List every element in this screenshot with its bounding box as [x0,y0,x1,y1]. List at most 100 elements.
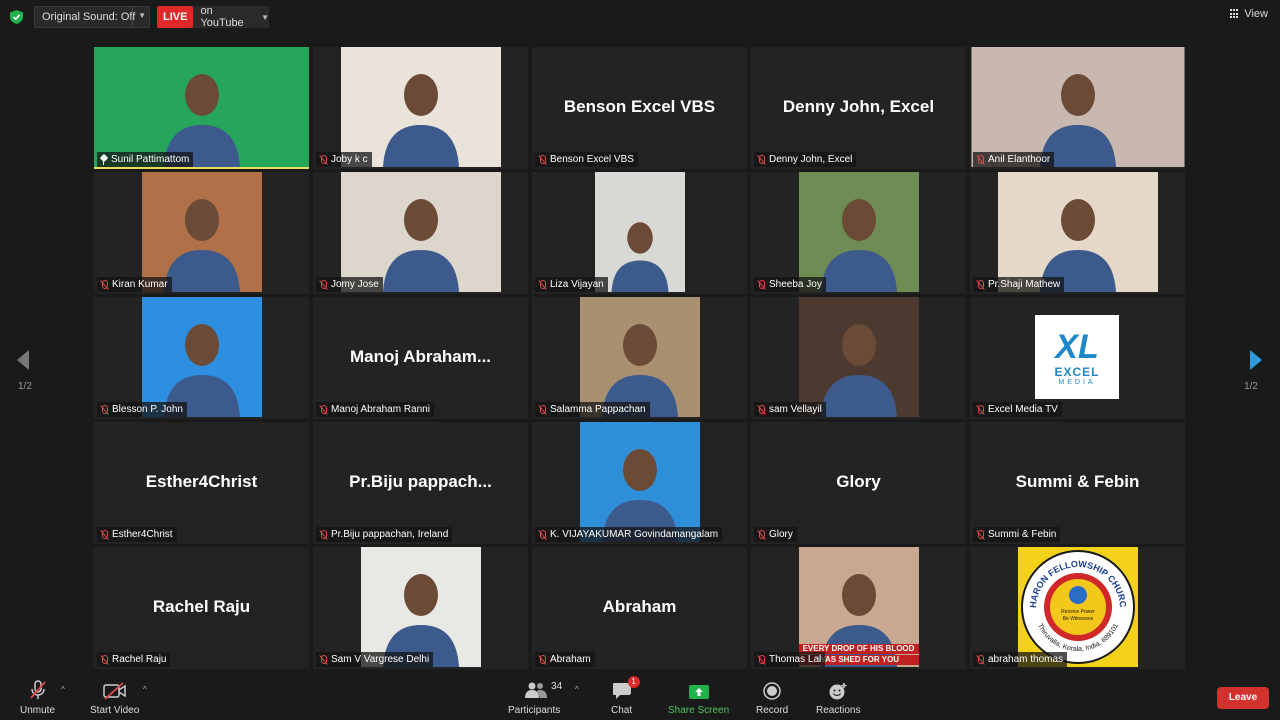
muted-mic-icon [319,154,328,165]
participant-name-label: Joby k c [316,152,372,167]
participant-tile[interactable]: Anil Elanthoor [970,47,1185,169]
chat-label: Chat [611,705,633,716]
participant-name-label: Manoj Abraham Ranni [316,402,434,417]
participant-display-name: Abraham [602,597,677,616]
participant-tile[interactable]: Jomy Jose [313,172,528,294]
participant-tile[interactable]: Denny John, Excel Denny John, Excel [751,47,966,169]
participant-tile[interactable]: XL EXCEL MEDIA Excel Media TV [970,297,1185,419]
participant-display-name: Summi & Febin [1015,472,1140,491]
participants-label: Participants [508,705,561,716]
participant-name-label: Jomy Jose [316,277,383,292]
participant-tile[interactable]: Liza Vijayan [532,172,747,294]
live-stream-button[interactable]: LIVE on YouTube ▼ [157,5,269,29]
chat-button[interactable]: 1 Chat [611,676,640,716]
participant-name: Kiran Kumar [112,279,168,290]
record-button[interactable]: Record [756,680,788,716]
leave-button[interactable]: Leave [1217,687,1269,709]
participant-tile[interactable]: Benson Excel VBS Benson Excel VBS [532,47,747,169]
security-shield-icon[interactable] [10,10,23,24]
divider [132,7,133,27]
participant-video-feed [798,172,919,292]
participant-video-feed [798,297,919,417]
chevron-down-icon[interactable]: ▼ [138,11,146,20]
muted-mic-icon [757,154,766,165]
muted-mic-icon [976,279,985,290]
participant-name: Denny John, Excel [769,154,853,165]
chevron-down-icon[interactable]: ▼ [261,13,269,22]
participant-tile[interactable]: Sheeba Joy [751,172,966,294]
participant-name: Salamma Pappachan [550,404,646,415]
svg-text:Be Witnesses: Be Witnesses [1063,616,1094,622]
muted-microphone-icon [29,680,47,700]
record-icon [763,680,781,700]
participant-name-label: Anil Elanthoor [973,152,1055,167]
participants-options-caret-icon[interactable]: ^ [575,685,579,694]
participant-name: Excel Media TV [988,404,1058,415]
grid-view-icon [1230,9,1240,19]
participant-video-feed [360,547,481,667]
participant-name: Rachel Raju [112,654,167,665]
muted-mic-icon [976,404,985,415]
original-sound-button[interactable]: Original Sound: Off ▼ [34,6,150,28]
next-page-arrow-icon[interactable] [1248,348,1264,372]
participant-video-feed [141,297,262,417]
participant-tile[interactable]: sam Vellayil [751,297,966,419]
participant-tile[interactable]: Abraham Abraham [532,547,747,669]
participant-tile[interactable]: Manoj Abraham... Manoj Abraham Ranni [313,297,528,419]
view-button[interactable]: View [1230,8,1268,20]
meeting-toolbar: Unmute ^ Start Video ^ 34 Participants ^ [0,674,1280,720]
previous-page-arrow-icon[interactable] [15,348,31,372]
start-video-label: Start Video [90,705,140,716]
participant-tile[interactable]: SHARON FELLOWSHIP CHURCHThiruvalla, Kera… [970,547,1185,669]
participant-name: Esther4Christ [112,529,173,540]
participant-tile[interactable]: Salamma Pappachan [532,297,747,419]
muted-mic-icon [976,154,985,165]
muted-mic-icon [757,654,766,665]
pin-icon [100,155,108,165]
unmute-button[interactable]: Unmute [20,680,55,716]
participant-tile[interactable]: Pr.Shaji Mathew [970,172,1185,294]
participant-tile[interactable]: Pr.Biju pappach... Pr.Biju pappachan, Ire… [313,422,528,544]
participant-tile[interactable]: Kiran Kumar [94,172,309,294]
participants-count: 34 [551,681,563,692]
participant-display-name: Benson Excel VBS [563,97,716,116]
participant-name-label: abraham thomas [973,652,1068,667]
reactions-button[interactable]: Reactions [816,680,860,716]
participant-name: Sam V Vargrese Delhi [331,654,430,665]
participant-tile[interactable]: Glory Glory [751,422,966,544]
unmute-label: Unmute [20,705,56,716]
participant-tile[interactable]: Esther4Christ Esther4Christ [94,422,309,544]
participant-tile[interactable]: Sam V Vargrese Delhi [313,547,528,669]
muted-mic-icon [100,404,109,415]
participant-name: Abraham [550,654,591,665]
share-screen-label: Share Screen [668,705,730,716]
participant-name-label: Pr.Shaji Mathew [973,277,1065,292]
video-options-caret-icon[interactable]: ^ [143,685,147,694]
participant-name: Anil Elanthoor [988,154,1051,165]
participants-button[interactable]: 34 Participants [508,680,563,716]
participant-tile[interactable]: Rachel Raju Rachel Raju [94,547,309,669]
page-indicator-right: 1/2 [1244,381,1258,392]
participant-display-name: Glory [836,472,881,491]
participant-tile[interactable]: EVERY DROP OF HIS BLOOD WAS SHED FOR YOU T… [751,547,966,669]
share-screen-button[interactable]: Share Screen [668,680,729,716]
participant-name-label: Pr.Biju pappachan, Ireland [316,527,453,542]
participant-name: Sheeba Joy [769,279,822,290]
chat-unread-badge: 1 [627,676,640,688]
participant-tile[interactable]: Sunil Pattimattom [94,47,309,169]
participant-tile[interactable]: Summi & Febin Summi & Febin [970,422,1185,544]
participant-name-label: Summi & Febin [973,527,1061,542]
muted-mic-icon [757,404,766,415]
participant-name-label: Kiran Kumar [97,277,172,292]
start-video-button[interactable]: Start Video [90,680,139,716]
participant-video-feed [997,172,1158,292]
muted-mic-icon [538,404,547,415]
participant-name: Pr.Shaji Mathew [988,279,1061,290]
participant-display-name: Denny John, Excel [782,97,935,116]
audio-options-caret-icon[interactable]: ^ [61,685,65,694]
participant-tile[interactable]: K. VIJAYAKUMAR Govindamangalam [532,422,747,544]
participant-name-label: sam Vellayil [754,402,826,417]
participant-tile[interactable]: Joby k c [313,47,528,169]
participant-display-name: Rachel Raju [152,597,251,616]
participant-tile[interactable]: Blesson P. John [94,297,309,419]
